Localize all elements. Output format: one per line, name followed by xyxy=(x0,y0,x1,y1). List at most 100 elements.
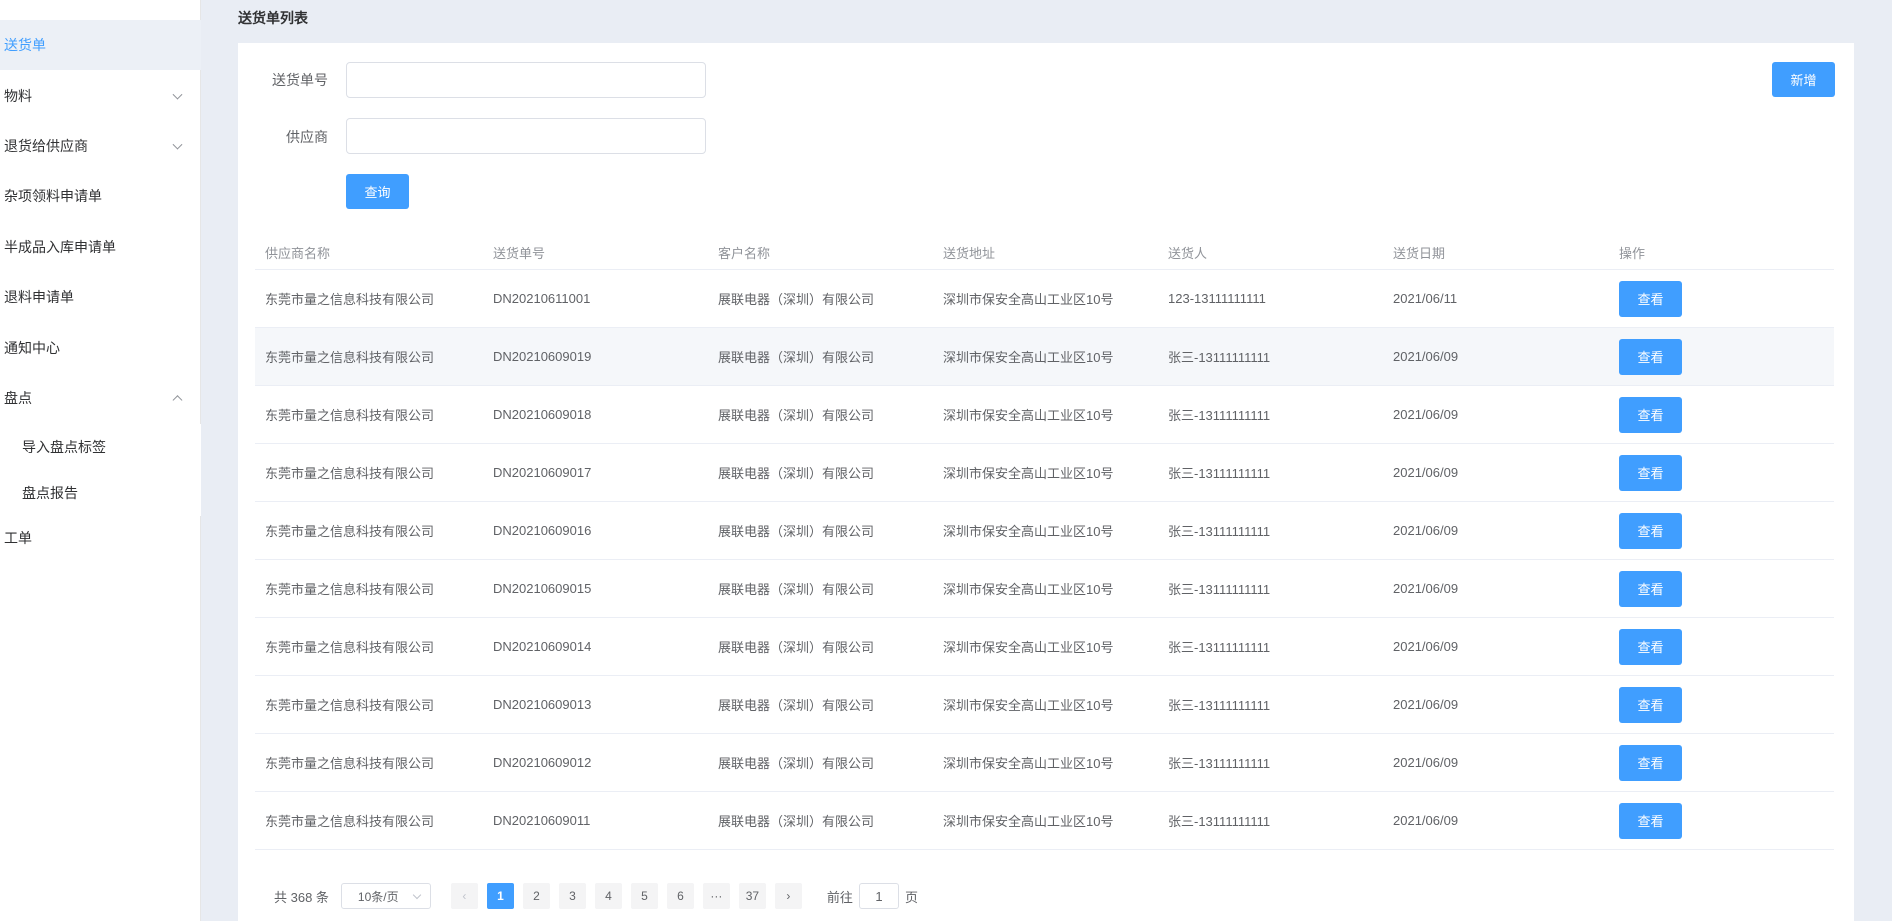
cell-actions: 查看 xyxy=(1609,802,1834,839)
cell-delivery-no: DN20210611001 xyxy=(493,291,591,306)
page-button[interactable]: 1 xyxy=(486,883,514,909)
table-row: 东莞市量之信息科技有限公司 DN20210609016 展联电器（深圳）有限公司 深圳… xyxy=(255,502,1834,560)
sidebar-item-semi-finished-inbound[interactable]: 半成品入库申请单 xyxy=(0,222,201,272)
view-button[interactable]: 查看 xyxy=(1619,686,1682,723)
page-button[interactable]: 5 xyxy=(630,883,658,909)
column-header-date: 送货日期 xyxy=(1393,246,1446,261)
sidebar-item-misc-requisition[interactable]: 杂项领料申请单 xyxy=(0,171,201,221)
sidebar-item-material[interactable]: 物料 xyxy=(0,71,201,121)
view-button[interactable]: 查看 xyxy=(1619,454,1682,491)
next-page-button[interactable]: › xyxy=(774,883,802,909)
cell-deliverer: 张三-13111111111 xyxy=(1168,814,1271,829)
sidebar-item-label: 工单 xyxy=(4,530,32,546)
cell-customer: 展联电器（深圳）有限公司 xyxy=(718,814,875,829)
cell-supplier: 东莞市量之信息科技有限公司 xyxy=(265,350,435,365)
page-button[interactable]: 4 xyxy=(594,883,622,909)
delivery-no-label: 送货单号 xyxy=(272,72,328,88)
cell-address: 深圳市保安全高山工业区10号 xyxy=(943,466,1114,481)
cell-customer: 展联电器（深圳）有限公司 xyxy=(718,350,875,365)
cell-delivery-no: DN20210609017 xyxy=(493,465,592,480)
cell-actions: 查看 xyxy=(1609,686,1834,723)
sidebar-item-label: 送货单 xyxy=(4,37,46,53)
table-row: 东莞市量之信息科技有限公司 DN20210609011 展联电器（深圳）有限公司 深圳… xyxy=(255,792,1834,850)
chevron-down-icon xyxy=(412,890,422,900)
cell-address: 深圳市保安全高山工业区10号 xyxy=(943,292,1114,307)
sidebar-item-notification-center[interactable]: 通知中心 xyxy=(0,323,201,373)
cell-address: 深圳市保安全高山工业区10号 xyxy=(943,756,1114,771)
view-button[interactable]: 查看 xyxy=(1619,338,1682,375)
sidebar-item-material-return[interactable]: 退料申请单 xyxy=(0,272,201,322)
view-button[interactable]: 查看 xyxy=(1619,396,1682,433)
view-button[interactable]: 查看 xyxy=(1619,628,1682,665)
page-jump-input[interactable] xyxy=(858,883,899,909)
cell-supplier: 东莞市量之信息科技有限公司 xyxy=(265,582,435,597)
cell-date: 2021/06/09 xyxy=(1393,407,1459,422)
cell-deliverer: 张三-13111111111 xyxy=(1168,698,1271,713)
cell-address: 深圳市保安全高山工业区10号 xyxy=(943,814,1114,829)
cell-address: 深圳市保安全高山工业区10号 xyxy=(943,524,1114,539)
cell-delivery-no: DN20210609012 xyxy=(493,755,592,770)
sidebar-item-work-order[interactable]: 工单 xyxy=(0,513,201,563)
sidebar-item-inventory-count[interactable]: 盘点 xyxy=(0,373,201,423)
column-header-address: 送货地址 xyxy=(943,246,996,261)
supplier-input[interactable] xyxy=(346,118,706,154)
table-row: 东莞市量之信息科技有限公司 DN20210609017 展联电器（深圳）有限公司 深圳… xyxy=(255,444,1834,502)
page-button[interactable]: 6 xyxy=(666,883,694,909)
cell-supplier: 东莞市量之信息科技有限公司 xyxy=(265,292,435,307)
view-button[interactable]: 查看 xyxy=(1619,512,1682,549)
view-button[interactable]: 查看 xyxy=(1619,744,1682,781)
sidebar-item-label: 通知中心 xyxy=(4,340,60,356)
cell-customer: 展联电器（深圳）有限公司 xyxy=(718,756,875,771)
cell-customer: 展联电器（深圳）有限公司 xyxy=(718,466,875,481)
cell-delivery-no: DN20210609018 xyxy=(493,407,592,422)
page-title: 送货单列表 xyxy=(238,10,308,26)
cell-delivery-no: DN20210609016 xyxy=(493,523,592,538)
cell-date: 2021/06/09 xyxy=(1393,697,1459,712)
cell-deliverer: 张三-13111111111 xyxy=(1168,350,1271,365)
cell-date: 2021/06/11 xyxy=(1393,291,1458,306)
query-button[interactable]: 查询 xyxy=(346,174,409,209)
view-button[interactable]: 查看 xyxy=(1619,802,1682,839)
chevron-up-icon xyxy=(172,395,183,406)
cell-date: 2021/06/09 xyxy=(1393,349,1459,364)
pagination-total: 共 368 条 xyxy=(274,889,329,905)
page-button[interactable]: 37 xyxy=(738,883,766,909)
view-button[interactable]: 查看 xyxy=(1619,280,1682,317)
add-button[interactable]: 新增 xyxy=(1772,62,1835,97)
sidebar-item-label: 半成品入库申请单 xyxy=(4,239,116,255)
cell-deliverer: 张三-13111111111 xyxy=(1168,640,1271,655)
cell-customer: 展联电器（深圳）有限公司 xyxy=(718,698,875,713)
page-button[interactable]: 2 xyxy=(522,883,550,909)
view-button[interactable]: 查看 xyxy=(1619,570,1682,607)
cell-delivery-no: DN20210609013 xyxy=(493,697,592,712)
page-size-select[interactable]: 10条/页 xyxy=(340,883,431,909)
sidebar-item-delivery-note[interactable]: 送货单 xyxy=(0,20,201,70)
page-jump: 前往 页 xyxy=(827,883,918,909)
cell-deliverer: 123-13111111111 xyxy=(1168,291,1266,306)
cell-address: 深圳市保安全高山工业区10号 xyxy=(943,408,1114,423)
cell-delivery-no: DN20210609014 xyxy=(493,639,592,654)
cell-date: 2021/06/09 xyxy=(1393,639,1459,654)
chevron-down-icon xyxy=(172,139,183,150)
cell-customer: 展联电器（深圳）有限公司 xyxy=(718,408,875,423)
table-header: 供应商名称 送货单号 客户名称 送货地址 送货人 送货日期 操作 xyxy=(255,236,1834,270)
sidebar-item-return-to-supplier[interactable]: 退货给供应商 xyxy=(0,121,201,171)
sidebar-item-label: 退货给供应商 xyxy=(4,138,88,154)
cell-actions: 查看 xyxy=(1609,570,1834,607)
cell-date: 2021/06/09 xyxy=(1393,465,1459,480)
cell-actions: 查看 xyxy=(1609,454,1834,491)
column-header-actions: 操作 xyxy=(1619,246,1646,261)
sidebar: 送货单 物料 退货给供应商 杂项领料申请单 半成品入库申请单 退料申请单 通知中… xyxy=(0,0,201,921)
cell-supplier: 东莞市量之信息科技有限公司 xyxy=(265,814,435,829)
delivery-no-input[interactable] xyxy=(346,62,706,98)
sidebar-item-label: 退料申请单 xyxy=(4,289,74,305)
sidebar-subitem-count-report[interactable]: 盘点报告 xyxy=(0,470,201,516)
page-ellipsis[interactable]: ··· xyxy=(702,883,730,909)
page-button[interactable]: 3 xyxy=(558,883,586,909)
prev-page-button[interactable]: ‹ xyxy=(450,883,478,909)
cell-supplier: 东莞市量之信息科技有限公司 xyxy=(265,640,435,655)
sidebar-subitem-import-count-labels[interactable]: 导入盘点标签 xyxy=(0,424,201,470)
page-size-value: 10条/页 xyxy=(357,889,399,904)
chevron-down-icon xyxy=(172,89,183,100)
cell-date: 2021/06/09 xyxy=(1393,813,1459,828)
